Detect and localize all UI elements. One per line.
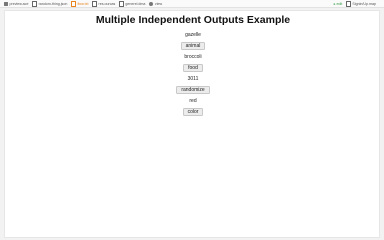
output-number: 3011 (187, 76, 199, 82)
file-icon (71, 1, 76, 7)
file-icon (32, 1, 38, 7)
tab-label: view (154, 2, 163, 6)
tab-preview[interactable]: preview.ace (4, 0, 28, 8)
tab-label: preview.ace (9, 2, 29, 6)
tab-label: res.ourcas (98, 2, 116, 6)
file-icon (119, 1, 124, 7)
tab-label: random-thing.json (38, 2, 68, 6)
tab-label: generel.dma (125, 2, 146, 6)
tab-resources[interactable]: res.ourcas (92, 0, 115, 8)
food-button[interactable]: food (183, 64, 203, 72)
output-color: red (189, 98, 197, 104)
run-button[interactable]: ▸ edit (334, 0, 343, 8)
tab-general[interactable]: generel.dma (119, 0, 145, 8)
output-food: broccoli (184, 54, 202, 60)
output-animal: gazelle (185, 32, 201, 38)
signin-label: Signin/Up.map (352, 2, 376, 6)
page-title: Multiple Independent Outputs Example (95, 14, 291, 26)
signin-link[interactable]: Signin/Up.map (346, 0, 376, 8)
image-icon (4, 2, 8, 6)
tab-view[interactable]: view (149, 0, 162, 8)
top-toolbar: preview.ace random-thing.json flow.txt r… (0, 0, 384, 8)
file-icon (346, 1, 351, 7)
file-icon (92, 1, 98, 7)
toolbar-right: ▸ edit Signin/Up.map (334, 0, 380, 8)
tab-strip: preview.ace random-thing.json flow.txt r… (4, 0, 166, 8)
randomize-button[interactable]: randomize (176, 86, 210, 94)
outputs-stack: gazelle animal broccoli food 3011 random… (5, 32, 381, 120)
app-panel: Multiple Independent Outputs Example gaz… (4, 10, 380, 238)
tab-flow[interactable]: flow.txt (71, 0, 88, 8)
animal-button[interactable]: animal (180, 42, 206, 50)
color-button[interactable]: color (182, 108, 204, 116)
tab-label: flow.txt (77, 2, 89, 6)
circle-icon (149, 2, 154, 6)
tab-random-thing[interactable]: random-thing.json (32, 0, 67, 8)
